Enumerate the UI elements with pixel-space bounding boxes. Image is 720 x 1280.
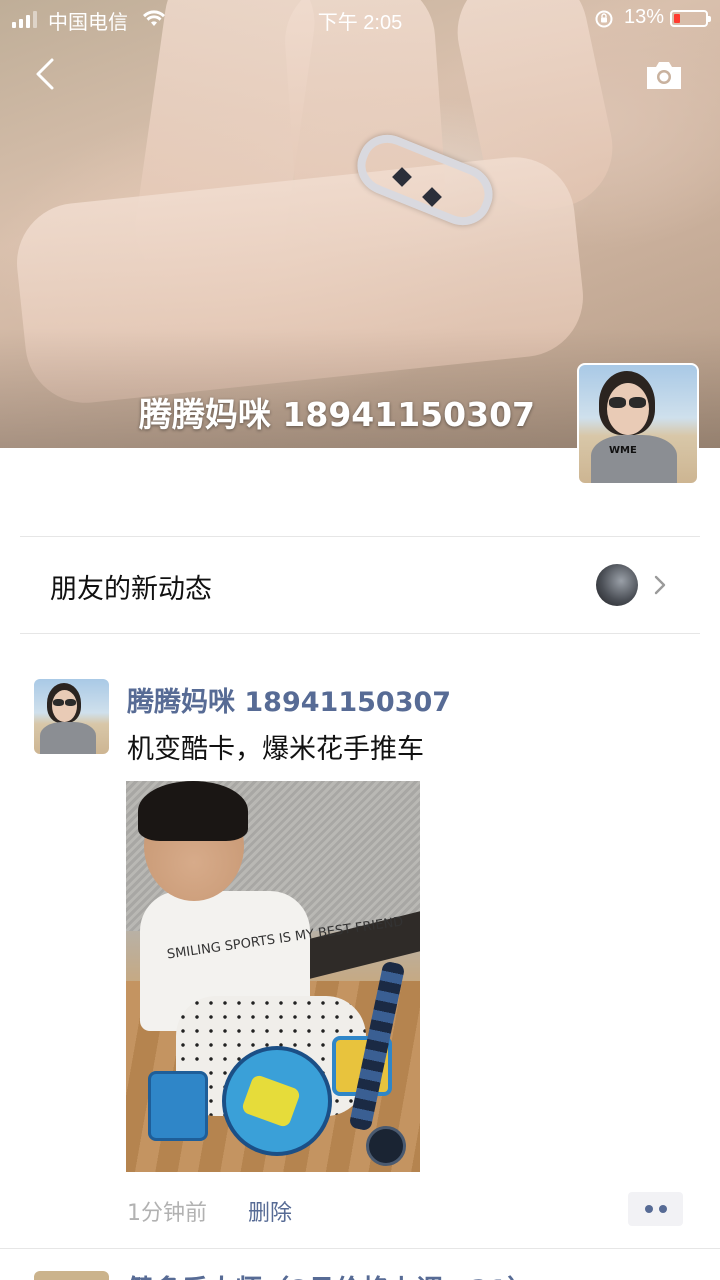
photo-child-hair (138, 781, 248, 841)
friends-updates-avatar (596, 564, 638, 606)
post-timestamp: 1分钟前 (127, 1201, 207, 1226)
post-author-name[interactable]: 腾腾妈咪 18941150307 (127, 680, 451, 719)
avatar-shirt (40, 722, 96, 754)
back-icon[interactable] (28, 54, 64, 94)
status-bar: 中国电信 下午 2:05 13% (0, 0, 720, 38)
photo-toy-block (148, 1071, 208, 1141)
avatar-sunglasses (629, 397, 646, 408)
more-icon[interactable] (628, 1192, 683, 1226)
rotation-lock-icon (595, 10, 613, 28)
battery-percent: 13% (624, 6, 665, 28)
avatar-sunglasses (609, 397, 626, 408)
post-text: 机变酷卡，爆米花手推车 (127, 734, 424, 765)
divider (0, 1248, 720, 1249)
battery-icon (670, 10, 711, 27)
avatar-face (52, 690, 77, 722)
avatar-sunglasses (65, 699, 76, 706)
post-photo[interactable]: SMILING SPORTS IS MY BEST FRIEND (126, 781, 420, 1172)
next-post-author-name[interactable]: 健多乐大师（8月价格上调，21） (127, 1268, 534, 1280)
profile-avatar[interactable]: WME (577, 363, 699, 485)
delete-link[interactable]: 删除 (248, 1195, 292, 1227)
profile-name: 腾腾妈咪 18941150307 (138, 395, 535, 434)
friends-updates-row[interactable]: 朋友的新动态 (20, 537, 700, 633)
divider (20, 633, 700, 634)
moments-page: 中国电信 下午 2:05 13% 腾腾妈咪 18941150307 WME 朋友… (0, 0, 720, 1280)
avatar-shirt-print: WME (609, 445, 637, 456)
photo-toy-wheel (366, 1126, 406, 1166)
next-post-avatar[interactable] (34, 1271, 109, 1280)
post-author-avatar[interactable] (34, 679, 109, 754)
avatar-sunglasses (53, 699, 64, 706)
camera-icon[interactable] (644, 58, 684, 92)
friends-updates-label: 朋友的新动态 (50, 574, 212, 605)
chevron-right-icon (654, 575, 666, 595)
avatar-face (607, 383, 649, 435)
avatar-shirt (591, 435, 677, 483)
